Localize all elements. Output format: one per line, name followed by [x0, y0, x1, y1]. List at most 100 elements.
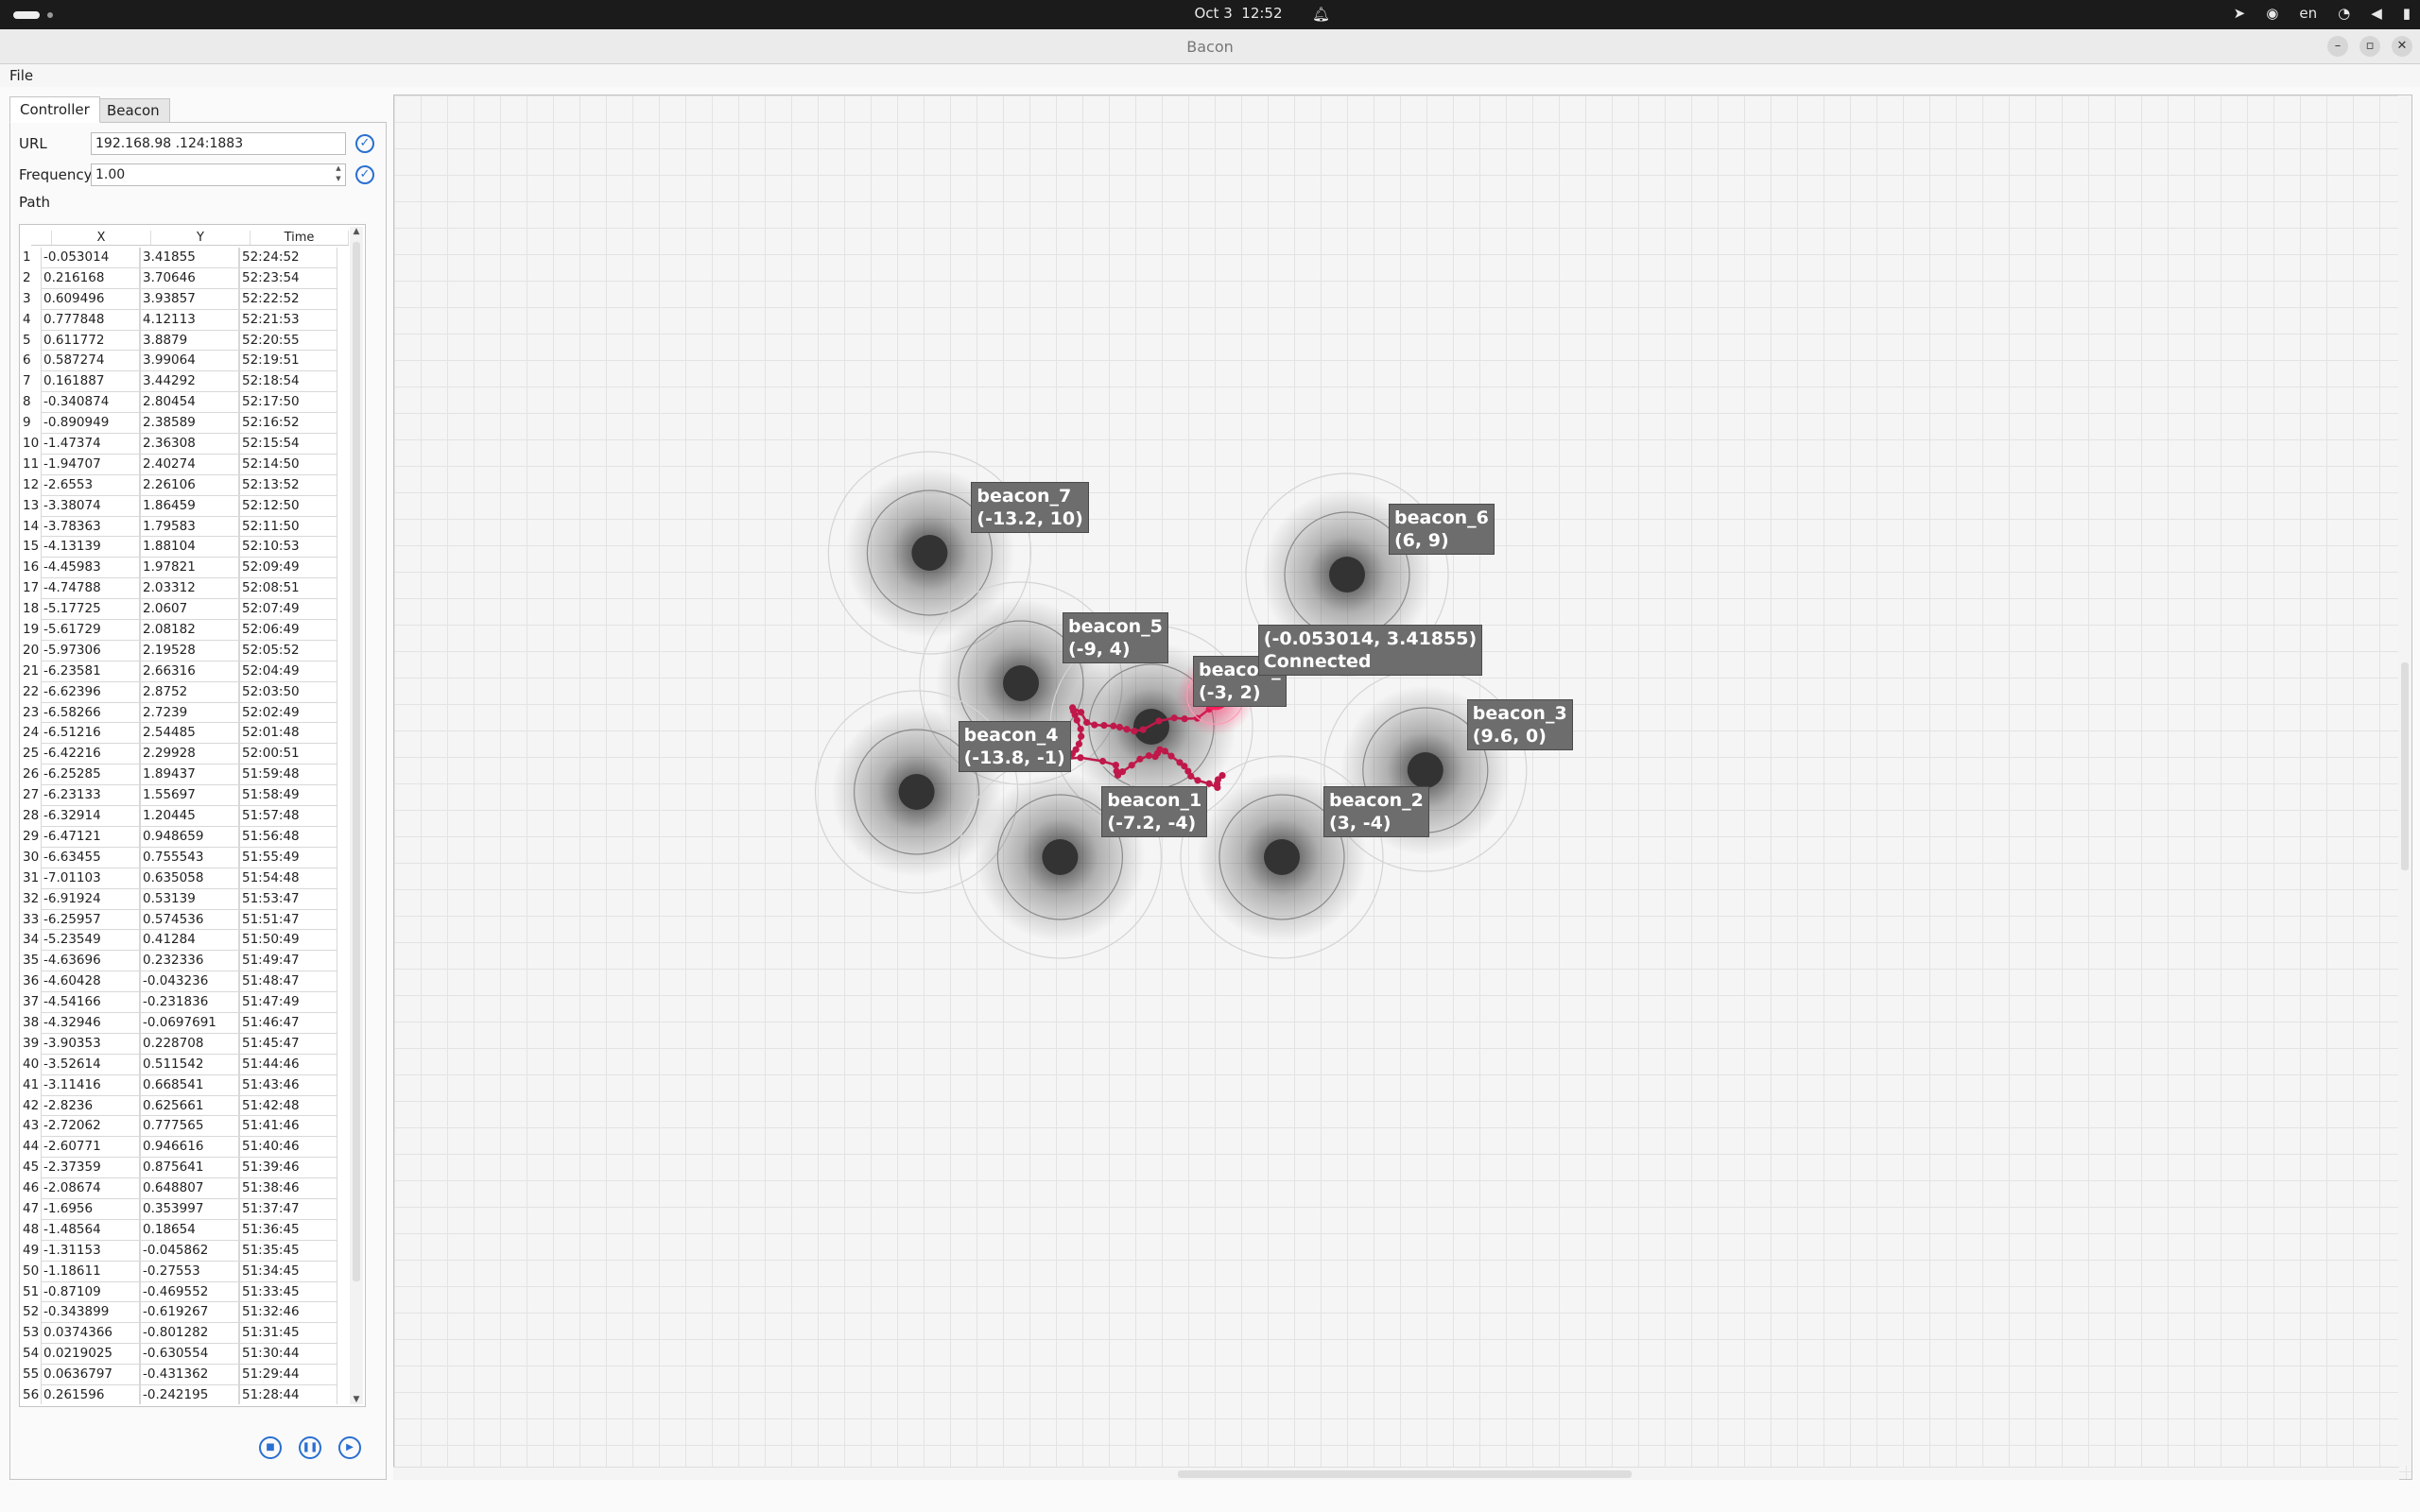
- table-row[interactable]: 24 -6.51216 2.54485 52:01:48: [20, 723, 349, 745]
- map-vertical-scrollbar[interactable]: [2398, 95, 2411, 1466]
- wifi-icon[interactable]: ◔: [2338, 5, 2350, 22]
- volume-icon[interactable]: ◀: [2371, 5, 2382, 22]
- table-row[interactable]: 7 0.161887 3.44292 52:18:54: [20, 371, 349, 393]
- send-icon[interactable]: ➤: [2234, 5, 2246, 22]
- table-row[interactable]: 23 -6.58266 2.7239 52:02:49: [20, 702, 349, 724]
- table-row[interactable]: 33 -6.25957 0.574536 51:51:47: [20, 909, 349, 931]
- table-row[interactable]: 28 -6.32914 1.20445 51:57:48: [20, 806, 349, 827]
- table-row[interactable]: 41 -3.11416 0.668541 51:43:46: [20, 1074, 349, 1096]
- beacon-label[interactable]: beacon_6 (6, 9): [1389, 504, 1495, 555]
- table-row[interactable]: 22 -6.62396 2.8752 52:03:50: [20, 681, 349, 703]
- table-row[interactable]: 27 -6.23133 1.55697 51:58:49: [20, 785, 349, 807]
- maximize-button[interactable]: ▫: [2360, 36, 2380, 57]
- table-row[interactable]: 40 -3.52614 0.511542 51:44:46: [20, 1054, 349, 1075]
- beacon-marker-icon[interactable]: [1264, 839, 1300, 875]
- map-v-scroll-thumb[interactable]: [2401, 662, 2409, 870]
- beacon-marker-icon[interactable]: [898, 774, 935, 810]
- path-table[interactable]: X Y Time 1 -0.053014 3.41855 52:24:52 2 0.216…: [19, 224, 366, 1407]
- beacon-marker-icon[interactable]: [1003, 665, 1039, 701]
- stop-icon[interactable]: ■: [259, 1436, 282, 1459]
- column-header-y[interactable]: Y: [151, 231, 251, 245]
- beacon-marker-icon[interactable]: [1329, 557, 1365, 593]
- table-row[interactable]: 20 -5.97306 2.19528 52:05:52: [20, 640, 349, 662]
- table-row[interactable]: 44 -2.60771 0.946616 51:40:46: [20, 1137, 349, 1159]
- table-row[interactable]: 4 0.777848 4.12113 52:21:53: [20, 309, 349, 331]
- table-row[interactable]: 16 -4.45983 1.97821 52:09:49: [20, 558, 349, 579]
- minimize-button[interactable]: –: [2327, 36, 2348, 57]
- table-row[interactable]: 3 0.609496 3.93857 52:22:52: [20, 288, 349, 310]
- window-titlebar[interactable]: Bacon – ▫ ✕: [0, 29, 2420, 64]
- table-row[interactable]: 52 -0.343899 -0.619267 51:32:46: [20, 1302, 349, 1324]
- table-row[interactable]: 48 -1.48564 0.18654 51:36:45: [20, 1219, 349, 1241]
- table-row[interactable]: 8 -0.340874 2.80454 52:17:50: [20, 392, 349, 414]
- close-button[interactable]: ✕: [2392, 36, 2412, 57]
- map-h-scroll-thumb[interactable]: [1178, 1470, 1632, 1478]
- table-row[interactable]: 38 -4.32946 -0.0697691 51:46:47: [20, 1012, 349, 1034]
- table-row[interactable]: 15 -4.13139 1.88104 52:10:53: [20, 537, 349, 558]
- beacon-marker-icon[interactable]: [1407, 752, 1443, 788]
- beacon-marker-icon[interactable]: [1042, 839, 1079, 875]
- table-row[interactable]: 25 -6.42216 2.29928 52:00:51: [20, 744, 349, 765]
- beacon-label[interactable]: beacon_2 (3, -4): [1323, 786, 1429, 837]
- table-row[interactable]: 34 -5.23549 0.41284 51:50:49: [20, 930, 349, 952]
- table-row[interactable]: 36 -4.60428 -0.043236 51:48:47: [20, 971, 349, 993]
- system-tray[interactable]: ➤ ◉ en ◔ ◀ ▮: [2234, 5, 2411, 22]
- menu-file[interactable]: File: [9, 67, 33, 84]
- table-row[interactable]: 9 -0.890949 2.38589 52:16:52: [20, 413, 349, 435]
- activities-button[interactable]: [13, 11, 53, 19]
- table-row[interactable]: 31 -7.01103 0.635058 51:54:48: [20, 868, 349, 889]
- tracker-label[interactable]: (-0.053014, 3.41855) Connected: [1257, 625, 1483, 677]
- table-row[interactable]: 50 -1.18611 -0.27553 51:34:45: [20, 1261, 349, 1282]
- url-input[interactable]: 192.168.98 .124:1883: [91, 132, 346, 155]
- table-row[interactable]: 39 -3.90353 0.228708 51:45:47: [20, 1033, 349, 1055]
- table-row[interactable]: 51 -0.87109 -0.469552 51:33:45: [20, 1281, 349, 1303]
- table-row[interactable]: 5 0.611772 3.8879 52:20:55: [20, 330, 349, 352]
- frequency-apply-check-icon[interactable]: ✓: [355, 165, 374, 184]
- table-row[interactable]: 13 -3.38074 1.86459 52:12:50: [20, 495, 349, 517]
- table-row[interactable]: 53 0.0374366 -0.801282 51:31:45: [20, 1323, 349, 1345]
- table-row[interactable]: 17 -4.74788 2.03312 52:08:51: [20, 578, 349, 600]
- column-header-time[interactable]: Time: [251, 231, 349, 245]
- table-row[interactable]: 14 -3.78363 1.79583 52:11:50: [20, 516, 349, 538]
- bell-icon[interactable]: 🔔︎: [1312, 6, 1330, 23]
- table-row[interactable]: 47 -1.6956 0.353997 51:37:47: [20, 1198, 349, 1220]
- table-row[interactable]: 54 0.0219025 -0.630554 51:30:44: [20, 1344, 349, 1366]
- language-indicator[interactable]: en: [2299, 5, 2317, 22]
- column-header-x[interactable]: X: [52, 231, 151, 245]
- table-row[interactable]: 35 -4.63696 0.232336 51:49:47: [20, 951, 349, 972]
- beacon-marker-icon[interactable]: [911, 535, 948, 571]
- url-apply-check-icon[interactable]: ✓: [355, 134, 374, 153]
- table-row[interactable]: 49 -1.31153 -0.045862 51:35:45: [20, 1240, 349, 1262]
- table-row[interactable]: 37 -4.54166 -0.231836 51:47:49: [20, 992, 349, 1013]
- table-row[interactable]: 26 -6.25285 1.89437 51:59:48: [20, 765, 349, 786]
- table-scrollbar[interactable]: ▲ ▼: [350, 227, 363, 1404]
- scroll-thumb[interactable]: [353, 242, 360, 1281]
- map-horizontal-scrollbar[interactable]: [393, 1467, 2399, 1480]
- scroll-up-arrow-icon[interactable]: ▲: [350, 227, 363, 236]
- tab-beacon-editor[interactable]: Beacon Editor: [96, 98, 170, 142]
- frequency-spinbox[interactable]: 1.00: [91, 163, 346, 186]
- table-row[interactable]: 21 -6.23581 2.66316 52:04:49: [20, 661, 349, 682]
- beacon-label[interactable]: beacon_7 (-13.2, 10): [971, 482, 1089, 533]
- table-row[interactable]: 1 -0.053014 3.41855 52:24:52: [20, 248, 349, 268]
- play-icon[interactable]: ▶: [338, 1436, 361, 1459]
- pause-icon[interactable]: ❚❚: [299, 1436, 321, 1459]
- beacon-label[interactable]: beacon_1 (-7.2, -4): [1101, 786, 1208, 837]
- table-row[interactable]: 43 -2.72062 0.777565 51:41:46: [20, 1116, 349, 1138]
- table-row[interactable]: 2 0.216168 3.70646 52:23:54: [20, 267, 349, 289]
- beacon-map[interactable]: beacon_7 (-13.2, 10) beacon_6 (6, 9) beacon_…: [393, 94, 2412, 1480]
- beacon-label[interactable]: beacon_3 (9.6, 0): [1466, 699, 1573, 750]
- table-row[interactable]: 55 0.0636797 -0.431362 51:29:44: [20, 1365, 349, 1385]
- tab-controller[interactable]: Controller: [9, 96, 100, 123]
- table-row[interactable]: 18 -5.17725 2.0607 52:07:49: [20, 599, 349, 621]
- beacon-label[interactable]: beacon_4 (-13.8, -1): [958, 721, 1071, 772]
- table-row[interactable]: 30 -6.63455 0.755543 51:55:49: [20, 847, 349, 868]
- table-row[interactable]: 6 0.587274 3.99064 52:19:51: [20, 351, 349, 372]
- table-row[interactable]: 46 -2.08674 0.648807 51:38:46: [20, 1178, 349, 1199]
- table-row[interactable]: 29 -6.47121 0.948659 51:56:48: [20, 826, 349, 848]
- scroll-down-arrow-icon[interactable]: ▼: [350, 1395, 363, 1404]
- table-row[interactable]: 45 -2.37359 0.875641 51:39:46: [20, 1158, 349, 1179]
- beacon-marker-icon[interactable]: [1133, 709, 1169, 745]
- table-row[interactable]: 32 -6.91924 0.53139 51:53:47: [20, 888, 349, 910]
- table-row[interactable]: 11 -1.94707 2.40274 52:14:50: [20, 454, 349, 475]
